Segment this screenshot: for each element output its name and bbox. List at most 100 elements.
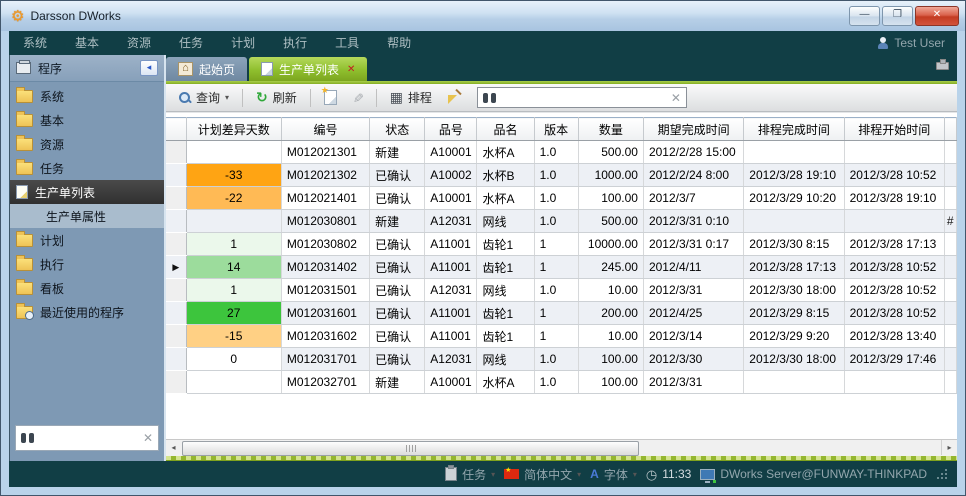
cell[interactable]: 10.00 [578, 279, 643, 302]
cell[interactable]: 已确认 [370, 187, 425, 210]
cell[interactable]: 水杯B [477, 164, 534, 187]
toolbar-search-input[interactable] [501, 90, 666, 106]
cell[interactable]: 1.0 [534, 371, 578, 394]
cell[interactable]: 1 [534, 302, 578, 325]
refresh-button[interactable]: ↻ 刷新 [252, 87, 301, 108]
sidebar-item-7[interactable]: 计划 [10, 228, 164, 252]
cell[interactable]: 2012/3/14 [643, 325, 743, 348]
cell[interactable]: 1.0 [534, 210, 578, 233]
resize-grip[interactable] [938, 470, 947, 479]
cell[interactable]: M012031602 [281, 325, 369, 348]
clean-button[interactable] [443, 88, 466, 107]
cell[interactable]: 已确认 [370, 164, 425, 187]
cell[interactable]: 已确认 [370, 279, 425, 302]
cell[interactable]: 水杯A [477, 371, 534, 394]
sidebar-item-8[interactable]: 执行 [10, 252, 164, 276]
language-selector[interactable]: 简体中文 ▾ [504, 466, 581, 483]
cell[interactable]: 2012/3/28 10:52 [844, 302, 944, 325]
cell[interactable]: 2012/3/28 17:13 [744, 256, 844, 279]
cell[interactable]: 2012/2/24 8:00 [643, 164, 743, 187]
column-header-11[interactable] [944, 118, 956, 141]
cell[interactable]: 网线 [477, 210, 534, 233]
diff-days-cell[interactable] [186, 141, 281, 164]
cell[interactable]: 2012/3/29 8:15 [744, 302, 844, 325]
pin-icon[interactable] [936, 62, 949, 70]
diff-days-cell[interactable]: 1 [186, 233, 281, 256]
sidebar-item-5[interactable]: 生产单列表 [10, 180, 164, 204]
cell[interactable]: A10001 [425, 141, 477, 164]
column-header-9[interactable]: 排程完成时间 [744, 118, 844, 141]
cell[interactable] [944, 233, 956, 256]
cell[interactable] [944, 141, 956, 164]
cell[interactable]: 2012/3/29 9:20 [744, 325, 844, 348]
cell[interactable] [844, 141, 944, 164]
cell[interactable]: 2012/3/28 17:13 [844, 233, 944, 256]
cell[interactable]: 新建 [370, 210, 425, 233]
schedule-button[interactable]: ▦ 排程 [386, 87, 436, 108]
cell[interactable] [944, 302, 956, 325]
table-row[interactable]: 1M012030802已确认A11001齿轮1110000.002012/3/3… [166, 233, 957, 256]
scroll-left-icon[interactable]: ◂ [166, 440, 181, 455]
sidebar-item-4[interactable]: 任务 [10, 156, 164, 180]
cell[interactable]: 2012/3/7 [643, 187, 743, 210]
sidebar-item-6[interactable]: 生产单属性 [10, 204, 164, 228]
cell[interactable]: 齿轮1 [477, 256, 534, 279]
cell[interactable]: A10001 [425, 187, 477, 210]
menu-item-8[interactable]: 帮助 [373, 31, 425, 55]
tab-close-icon[interactable]: ✕ [347, 64, 355, 75]
menu-item-5[interactable]: 计划 [217, 31, 269, 55]
cell[interactable]: A12031 [425, 279, 477, 302]
cell[interactable]: 2012/2/28 15:00 [643, 141, 743, 164]
tab-2[interactable]: 生产单列表✕ [249, 57, 367, 81]
toolbar-search-clear-icon[interactable]: ✕ [671, 91, 681, 105]
new-button[interactable] [320, 88, 341, 107]
horizontal-scrollbar[interactable]: ◂ ▸ [166, 439, 957, 456]
cell[interactable]: A12031 [425, 210, 477, 233]
diff-days-cell[interactable]: 0 [186, 348, 281, 371]
cell[interactable] [944, 325, 956, 348]
table-row[interactable]: ▶14M012031402已确认A11001齿轮11245.002012/4/1… [166, 256, 957, 279]
sidebar-collapse-button[interactable]: ◂ [140, 60, 158, 76]
cell[interactable]: 100.00 [578, 187, 643, 210]
column-header-5[interactable]: 品名 [477, 118, 534, 141]
table-row[interactable]: 27M012031601已确认A11001齿轮11200.002012/4/25… [166, 302, 957, 325]
cell[interactable]: A10002 [425, 164, 477, 187]
cell[interactable] [744, 371, 844, 394]
cell[interactable]: 1.0 [534, 141, 578, 164]
cell[interactable]: A11001 [425, 256, 477, 279]
cell[interactable]: 2012/3/28 19:10 [744, 164, 844, 187]
table-row[interactable]: M012021301新建A10001水杯A1.0500.002012/2/28 … [166, 141, 957, 164]
column-header-8[interactable]: 期望完成时间 [643, 118, 743, 141]
diff-days-cell[interactable]: 27 [186, 302, 281, 325]
column-header-2[interactable]: 编号 [281, 118, 369, 141]
close-button[interactable]: ✕ [915, 6, 959, 26]
cell[interactable]: 2012/3/30 [643, 348, 743, 371]
cell[interactable] [944, 164, 956, 187]
cell[interactable]: 2012/3/31 0:10 [643, 210, 743, 233]
cell[interactable]: 2012/3/28 19:10 [844, 187, 944, 210]
cell[interactable]: 500.00 [578, 210, 643, 233]
query-button[interactable]: 查询 ▾ [174, 87, 233, 108]
sidebar-search-input[interactable] [39, 430, 138, 446]
cell[interactable]: 2012/3/31 [643, 279, 743, 302]
cell[interactable]: A12031 [425, 348, 477, 371]
cell[interactable] [744, 210, 844, 233]
cell[interactable]: 2012/3/31 0:17 [643, 233, 743, 256]
diff-days-cell[interactable] [186, 210, 281, 233]
menu-item-2[interactable]: 基本 [61, 31, 113, 55]
cell[interactable]: 已确认 [370, 325, 425, 348]
cell[interactable] [744, 141, 844, 164]
cell[interactable] [944, 279, 956, 302]
table-row[interactable]: -15M012031602已确认A11001齿轮1110.002012/3/14… [166, 325, 957, 348]
cell[interactable]: A11001 [425, 233, 477, 256]
table-row[interactable]: -33M012021302已确认A10002水杯B1.01000.002012/… [166, 164, 957, 187]
cell[interactable]: 2012/3/29 10:20 [744, 187, 844, 210]
cell[interactable] [944, 348, 956, 371]
cell[interactable]: 1 [534, 325, 578, 348]
font-dropdown-icon[interactable]: ▾ [633, 470, 637, 479]
sidebar-item-1[interactable]: 系统 [10, 84, 164, 108]
table-row[interactable]: 1M012031501已确认A12031网线1.010.002012/3/312… [166, 279, 957, 302]
cell[interactable]: M012030802 [281, 233, 369, 256]
cell[interactable]: M012031601 [281, 302, 369, 325]
cell[interactable]: 水杯A [477, 187, 534, 210]
